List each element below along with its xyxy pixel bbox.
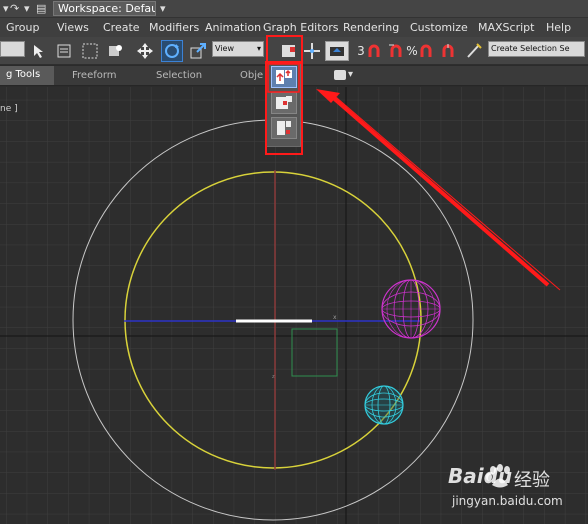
tab-selection[interactable]: Selection	[156, 70, 202, 81]
baidu-watermark: Baidu 经验 jingyan.baidu.com	[448, 458, 588, 518]
pivot-flyout	[266, 62, 301, 147]
tab-modeling-tools[interactable]: g Tools	[0, 66, 54, 85]
angle-snap-icon[interactable]	[386, 41, 406, 61]
watermark-url: jingyan.baidu.com	[452, 494, 563, 508]
watermark-brand: Baidu	[448, 464, 513, 488]
keyboard-shortcut-override-icon[interactable]	[325, 41, 349, 61]
file-icon[interactable]: ▤	[36, 2, 46, 15]
magenta-sphere[interactable]	[381, 279, 441, 339]
reference-coordinate-dropdown[interactable]: View ▾	[212, 41, 264, 57]
title-bar: ▾ ↷ ▾ ▤ Workspace: Default ▾	[0, 0, 588, 18]
menu-group[interactable]: Group	[6, 21, 40, 34]
rectangular-selection-icon[interactable]	[80, 41, 100, 61]
pivot-center-icon[interactable]	[278, 41, 300, 61]
workspace-selector[interactable]: Workspace: Default	[53, 1, 156, 16]
menu-customize[interactable]: Customize	[410, 21, 468, 34]
reference-coordinate-value: View	[215, 44, 234, 53]
viewport-label[interactable]: ne ]	[0, 104, 18, 114]
menu-graph-editors[interactable]: Graph Editors	[263, 21, 339, 34]
window-crossing-icon[interactable]	[105, 41, 125, 61]
select-by-name-icon[interactable]	[54, 41, 74, 61]
selection-center-button[interactable]	[271, 92, 297, 114]
menu-animation[interactable]: Animation	[205, 21, 261, 34]
redo-icon[interactable]: ↷	[10, 2, 19, 15]
dropdown-icon[interactable]: ▾	[24, 2, 30, 15]
select-and-scale-icon[interactable]	[188, 41, 208, 61]
ribbon-options-icon[interactable]	[334, 70, 346, 80]
spinner-snap-icon[interactable]	[438, 41, 458, 61]
percent-snap-magnet-icon[interactable]	[416, 41, 436, 61]
watermark-brand-cn: 经验	[514, 470, 550, 491]
menu-maxscript[interactable]: MAXScript	[478, 21, 534, 34]
menu-help[interactable]: Help	[546, 21, 571, 34]
named-selection-set-dropdown[interactable]: Create Selection Se	[488, 41, 585, 57]
tab-object-paint[interactable]: Obje	[240, 70, 263, 81]
main-toolbar: View ▾ 3 % Create Selection Se	[0, 37, 588, 65]
chevron-down-icon[interactable]: ▾	[348, 69, 353, 80]
select-and-manipulate-icon[interactable]	[302, 41, 322, 61]
selection-filter-dropdown[interactable]	[0, 41, 25, 57]
menu-bar: Group Views Create Modifiers Animation G…	[0, 18, 588, 37]
select-and-rotate-icon[interactable]	[161, 40, 183, 62]
select-and-move-icon[interactable]	[135, 41, 155, 61]
tab-freeform[interactable]: Freeform	[72, 70, 117, 81]
transform-center-button[interactable]	[271, 117, 297, 139]
menu-views[interactable]: Views	[57, 21, 89, 34]
menu-create[interactable]: Create	[103, 21, 140, 34]
chevron-down-icon: ▾	[256, 44, 261, 53]
dropdown-icon[interactable]: ▾	[3, 2, 9, 15]
menu-modifiers[interactable]: Modifiers	[149, 21, 199, 34]
named-selection-value: Create Selection Se	[491, 44, 570, 53]
chevron-down-icon[interactable]: ▾	[160, 2, 166, 15]
axis-label: x	[333, 314, 337, 321]
edit-named-selection-icon[interactable]	[464, 41, 484, 61]
cyan-sphere[interactable]	[364, 385, 404, 425]
menu-rendering[interactable]: Rendering	[343, 21, 399, 34]
pivot-point-center-button[interactable]	[271, 66, 297, 88]
axis-label-z: z	[272, 374, 275, 380]
select-object-icon[interactable]	[30, 41, 50, 61]
snap-magnet-icon[interactable]	[364, 41, 384, 61]
